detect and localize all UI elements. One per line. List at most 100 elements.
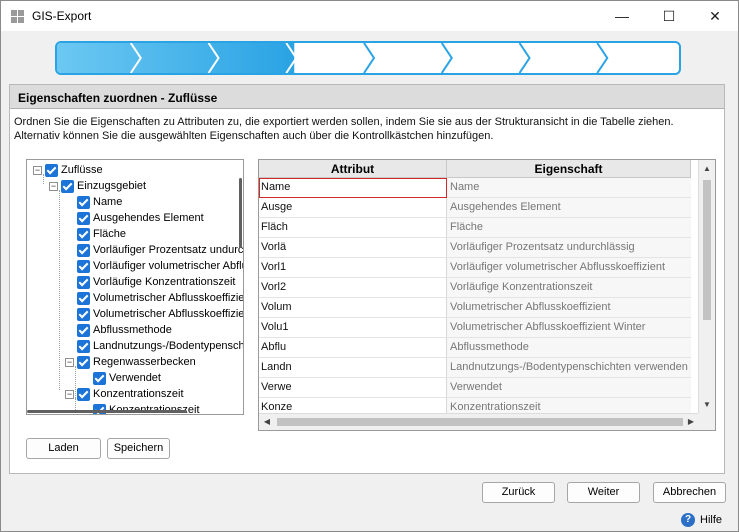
collapse-icon[interactable]: − [49, 181, 58, 191]
tree-item-label: Vorläufiger volumetrischer Abflusskoeffi… [93, 260, 243, 272]
window-title: GIS-Export [32, 9, 92, 23]
tree-item[interactable]: Vorläufiger volumetrischer Abflusskoeffi… [77, 258, 243, 274]
checkbox-checked[interactable] [61, 179, 74, 193]
tree-item[interactable]: Verwendet [93, 370, 161, 386]
save-button[interactable]: Speichern [107, 438, 170, 459]
table-row[interactable]: Abflu Abflussmethode [259, 338, 691, 358]
attribute-cell[interactable]: Verwe [259, 378, 447, 398]
attribute-cell[interactable]: Vorl2 [259, 278, 447, 298]
property-cell: Verwendet [447, 378, 691, 398]
checkbox-checked[interactable] [77, 307, 90, 321]
table-horizontal-scroll-thumb[interactable] [277, 418, 683, 426]
minimize-button[interactable]: — [599, 1, 645, 31]
section-description: Ordnen Sie die Eigenschaften zu Attribut… [14, 116, 674, 142]
tree-item[interactable]: − Zuflüsse [33, 162, 103, 178]
property-cell: Abflussmethode [447, 338, 691, 358]
tree-item-label: Einzugsgebiet [77, 180, 147, 192]
column-header-attribut[interactable]: Attribut [259, 160, 447, 178]
table-vertical-scrollbar[interactable]: ▲ ▼ [698, 160, 715, 413]
scroll-down-icon[interactable]: ▼ [699, 396, 715, 413]
tree-item[interactable]: − Regenwasserbecken [65, 354, 196, 370]
table-vertical-scroll-thumb[interactable] [703, 180, 711, 320]
attribute-cell[interactable]: Vorlä [259, 238, 447, 258]
close-button[interactable]: ✕ [692, 1, 738, 31]
load-button[interactable]: Laden [26, 438, 101, 459]
tree-item[interactable]: − Konzentrationszeit [65, 386, 184, 402]
attribute-table[interactable]: Attribut Eigenschaft Name Name Ausge Ausgeh… [258, 159, 716, 431]
scroll-up-icon[interactable]: ▲ [699, 160, 715, 177]
attribute-cell[interactable]: Abflu [259, 338, 447, 358]
back-button[interactable]: Zurück [482, 482, 555, 503]
attribute-cell[interactable]: Ausge [259, 198, 447, 218]
attribute-cell[interactable]: Vorl1 [259, 258, 447, 278]
property-cell: Fläche [447, 218, 691, 238]
tree-vertical-scroll-thumb[interactable] [239, 178, 242, 248]
tree-item[interactable]: Volumetrischer Abflusskoeffizient [77, 290, 244, 306]
table-row[interactable]: Verwe Verwendet [259, 378, 691, 398]
collapse-icon[interactable]: − [33, 165, 42, 175]
table-row[interactable]: Vorl2 Vorläufige Konzentrationszeit [259, 278, 691, 298]
property-cell: Ausgehendes Element [447, 198, 691, 218]
tree-item[interactable]: Abflussmethode [77, 322, 172, 338]
help-label: Hilfe [700, 514, 723, 526]
checkbox-checked[interactable] [77, 291, 90, 305]
tree-item-label: Volumetrischer Abflusskoeffizient [93, 292, 244, 304]
checkbox-checked[interactable] [77, 259, 90, 273]
tree-item[interactable]: − Einzugsgebiet [49, 178, 146, 194]
attribute-cell[interactable]: Volum [259, 298, 447, 318]
tree-item[interactable]: Vorläufiger Prozentsatz undurchlässig [77, 242, 243, 258]
property-cell: Landnutzungs-/Bodentypenschichten verwen… [447, 358, 691, 378]
tree-item[interactable]: Volumetrischer Abflusskoeffizient Winter [77, 306, 243, 322]
checkbox-checked[interactable] [45, 163, 58, 177]
scroll-right-icon[interactable]: ▶ [683, 414, 699, 430]
table-row[interactable]: Vorlä Vorläufiger Prozentsatz undurchläss… [259, 238, 691, 258]
tree-item[interactable]: Landnutzungs-/Bodentypenschichten verwen… [77, 338, 243, 354]
tree-horizontal-scroll-thumb[interactable] [27, 410, 187, 413]
tree-item[interactable]: Name [77, 194, 122, 210]
property-cell: Volumetrischer Abflusskoeffizient Winter [447, 318, 691, 338]
checkbox-checked[interactable] [77, 211, 90, 225]
help-link[interactable]: ? Hilfe [681, 513, 722, 527]
tree-item[interactable]: Vorläufige Konzentrationszeit [77, 274, 235, 290]
maximize-button[interactable]: ☐ [646, 1, 692, 31]
scroll-left-icon[interactable]: ◀ [259, 414, 275, 430]
collapse-icon[interactable]: − [65, 389, 74, 399]
tree-item-label: Verwendet [109, 372, 161, 384]
next-button[interactable]: Weiter [567, 482, 640, 503]
checkbox-checked[interactable] [77, 339, 90, 353]
tree-item-label: Ausgehendes Element [93, 212, 204, 224]
checkbox-checked[interactable] [77, 355, 90, 369]
collapse-icon[interactable]: − [65, 357, 74, 367]
property-cell: Name [447, 178, 691, 198]
table-row[interactable]: Fläch Fläche [259, 218, 691, 238]
table-row[interactable]: Ausge Ausgehendes Element [259, 198, 691, 218]
checkbox-checked[interactable] [77, 275, 90, 289]
structure-tree[interactable]: − Zuflüsse − Einzugsgebiet Name Ausgehendes E… [26, 159, 244, 415]
attribute-cell[interactable]: Volu1 [259, 318, 447, 338]
table-row[interactable]: Landn Landnutzungs-/Bodentypenschichten v… [259, 358, 691, 378]
attribute-cell[interactable]: Landn [259, 358, 447, 378]
tree-item-label: Zuflüsse [61, 164, 103, 176]
tree-vertical-scrollbar[interactable] [239, 160, 243, 414]
checkbox-checked[interactable] [77, 387, 90, 401]
tree-item[interactable]: Ausgehendes Element [77, 210, 204, 226]
tree-horizontal-scrollbar[interactable] [27, 410, 243, 414]
table-row[interactable]: Volum Volumetrischer Abflusskoeffizient [259, 298, 691, 318]
checkbox-checked[interactable] [77, 243, 90, 257]
table-horizontal-scrollbar[interactable]: ◀ ▶ [259, 413, 699, 430]
table-row[interactable]: Vorl1 Vorläufiger volumetrischer Abflussk… [259, 258, 691, 278]
checkbox-checked[interactable] [77, 195, 90, 209]
wizard-progress-graphic [57, 43, 609, 73]
cancel-button[interactable]: Abbrechen [653, 482, 726, 503]
section-header: Eigenschaften zuordnen - Zuflüsse [10, 85, 724, 109]
properties-section: Eigenschaften zuordnen - Zuflüsse Ordnen… [9, 84, 725, 474]
property-cell: Vorläufige Konzentrationszeit [447, 278, 691, 298]
checkbox-checked[interactable] [77, 227, 90, 241]
column-header-eigenschaft[interactable]: Eigenschaft [447, 160, 691, 178]
checkbox-checked[interactable] [77, 323, 90, 337]
tree-item[interactable]: Fläche [77, 226, 126, 242]
scrollbar-corner [698, 413, 715, 430]
checkbox-checked[interactable] [93, 371, 106, 385]
table-row[interactable]: Volu1 Volumetrischer Abflusskoeffizient W… [259, 318, 691, 338]
attribute-cell[interactable]: Fläch [259, 218, 447, 238]
